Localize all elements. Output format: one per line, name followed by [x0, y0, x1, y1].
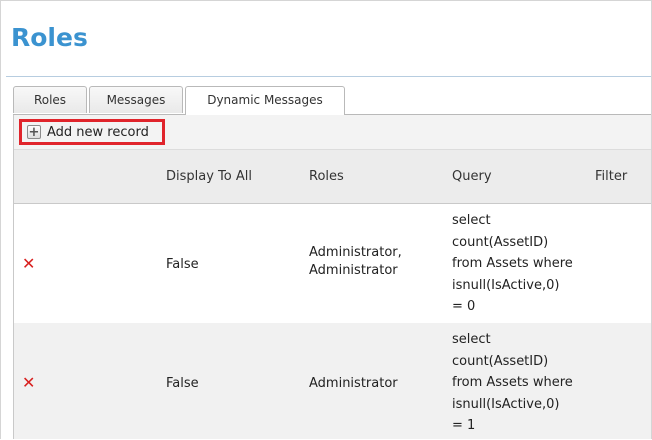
cell-display-to-all: False: [166, 257, 199, 272]
query-line: from Assets where: [452, 375, 573, 390]
column-header-query[interactable]: Query: [452, 169, 492, 184]
query-line: = 0: [452, 299, 476, 314]
roles-line: Administrator: [309, 263, 398, 278]
page-frame: Roles Roles Messages Dynamic Messages + …: [0, 0, 652, 439]
delete-x-icon[interactable]: ✕: [22, 375, 36, 391]
query-line: select: [452, 213, 491, 228]
page-title: Roles: [11, 23, 88, 52]
query-line: count(AssetID): [452, 353, 549, 369]
delete-x-icon[interactable]: ✕: [22, 256, 36, 272]
roles-line: Administrator,: [309, 245, 402, 260]
tab-dynamic-messages[interactable]: Dynamic Messages: [185, 86, 345, 115]
grid-toolbar: + Add new record: [14, 115, 651, 150]
query-line: count(AssetID): [452, 234, 549, 250]
column-header-roles[interactable]: Roles: [309, 169, 344, 184]
column-header-filter[interactable]: Filter: [595, 169, 627, 184]
cell-display-to-all: False: [166, 376, 199, 391]
add-new-record-button[interactable]: + Add new record: [19, 119, 165, 145]
query-line: select: [452, 332, 491, 347]
cell-query: select count(AssetID) from Assets where …: [452, 329, 573, 437]
column-header-display-to-all[interactable]: Display To All: [166, 169, 252, 184]
add-new-record-label: Add new record: [47, 124, 149, 140]
cell-query: select count(AssetID) from Assets where …: [452, 210, 573, 318]
cell-roles: Administrator, Administrator: [309, 244, 402, 280]
query-line: isnull(IsActive,0): [452, 396, 560, 412]
query-line: = 1: [452, 418, 476, 433]
query-line: isnull(IsActive,0): [452, 277, 560, 293]
tab-strip: Roles Messages Dynamic Messages: [13, 86, 651, 116]
grid-header: Display To All Roles Query Filter: [14, 150, 651, 204]
dynamic-messages-grid: + Add new record Display To All Roles Qu…: [13, 115, 651, 439]
table-row: ✕ False Administrator select count(Asset…: [14, 323, 651, 439]
title-divider: [6, 76, 651, 77]
query-line: from Assets where: [452, 256, 573, 271]
cell-roles: Administrator: [309, 375, 398, 393]
tab-messages[interactable]: Messages: [89, 86, 183, 113]
tab-roles[interactable]: Roles: [13, 86, 87, 113]
table-row: ✕ False Administrator, Administrator sel…: [14, 204, 651, 323]
roles-line: Administrator: [309, 376, 398, 391]
plus-icon: +: [27, 125, 41, 140]
